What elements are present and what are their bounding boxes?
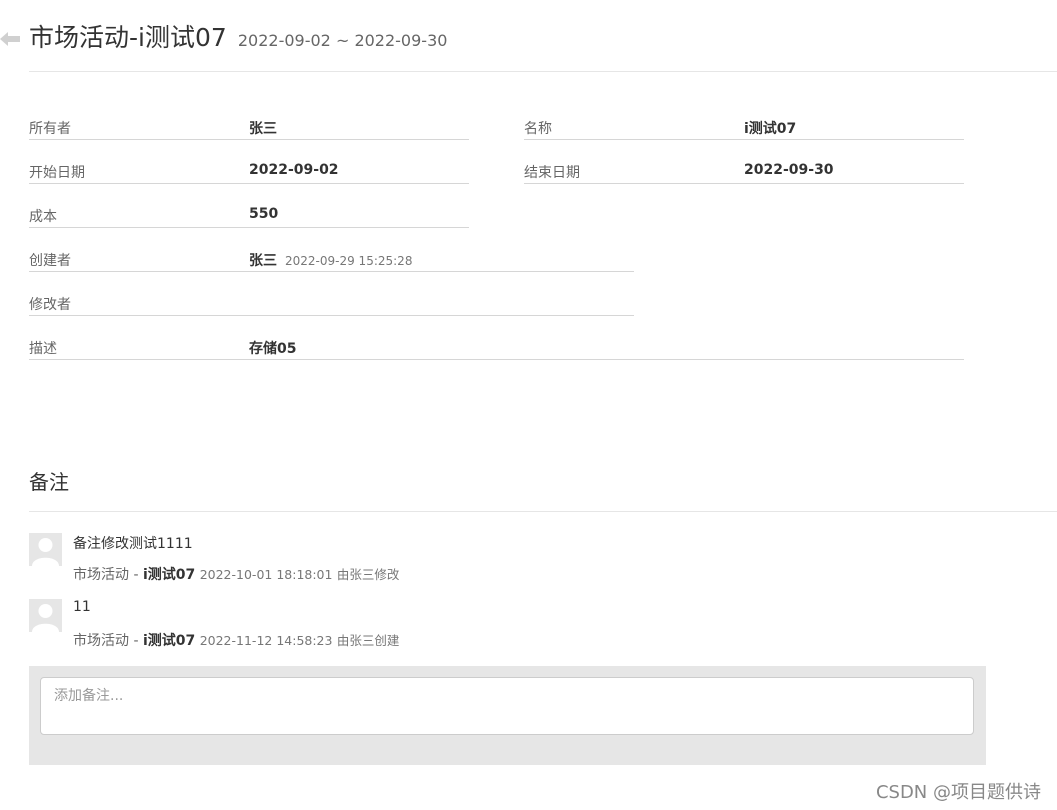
header-divider — [29, 71, 1057, 72]
field-end-date: 结束日期 2022-09-30 — [524, 158, 964, 184]
note-meta: 市场活动 - i测试07 2022-11-12 14:58:23 由张三创建 — [73, 630, 399, 650]
note-source: 市场活动 - — [73, 633, 139, 649]
note-action: 由张三修改 — [336, 567, 400, 582]
creator-name: 张三 — [249, 253, 277, 269]
notes-heading: 备注 — [29, 470, 69, 494]
note-time: 2022-11-12 14:58:23 — [199, 633, 333, 648]
field-value: 存储05 — [249, 341, 297, 357]
field-cost: 成本 550 — [29, 202, 469, 228]
add-note-input[interactable] — [40, 677, 974, 735]
date-range: 2022-09-02 ~ 2022-09-30 — [237, 31, 448, 50]
field-value: 张三 2022-09-29 15:25:28 — [249, 250, 412, 270]
avatar-icon — [29, 533, 62, 566]
created-time: 2022-09-29 15:25:28 — [285, 254, 413, 268]
field-value: 2022-09-30 — [744, 162, 834, 178]
page-title: 市场活动-i测试07 — [29, 23, 227, 52]
note-meta: 市场活动 - i测试07 2022-10-01 18:18:01 由张三修改 — [73, 564, 399, 584]
page-header: 市场活动-i测试07 2022-09-02 ~ 2022-09-30 — [29, 18, 447, 54]
note-activity: i测试07 — [142, 567, 196, 583]
field-description: 描述 存储05 — [29, 334, 964, 360]
watermark: CSDN @项目题供诗 — [875, 782, 1041, 803]
note-text: 11 — [73, 599, 91, 615]
field-label: 开始日期 — [29, 165, 85, 181]
field-editor: 修改者 — [29, 290, 634, 316]
field-label: 描述 — [29, 341, 57, 357]
field-label: 结束日期 — [524, 165, 580, 181]
field-value: i测试07 — [744, 121, 797, 137]
note-action: 由张三创建 — [336, 633, 400, 648]
note-activity: i测试07 — [142, 633, 196, 649]
back-arrow-icon[interactable] — [0, 30, 20, 48]
field-value: 550 — [249, 206, 279, 222]
field-label: 修改者 — [29, 297, 71, 313]
avatar-icon — [29, 599, 62, 632]
note-time: 2022-10-01 18:18:01 — [199, 567, 333, 582]
field-value: 2022-09-02 — [249, 162, 339, 178]
field-name: 名称 i测试07 — [524, 114, 964, 140]
field-creator: 创建者 张三 2022-09-29 15:25:28 — [29, 246, 634, 272]
field-label: 创建者 — [29, 253, 71, 269]
field-value: 张三 — [249, 121, 277, 137]
field-label: 成本 — [29, 209, 57, 225]
add-note-panel — [29, 666, 986, 765]
field-owner: 所有者 张三 — [29, 114, 469, 140]
field-start-date: 开始日期 2022-09-02 — [29, 158, 469, 184]
note-text: 备注修改测试1111 — [73, 536, 193, 552]
notes-divider — [29, 511, 1057, 512]
field-label: 名称 — [524, 121, 552, 137]
note-source: 市场活动 - — [73, 567, 139, 583]
field-label: 所有者 — [29, 121, 71, 137]
